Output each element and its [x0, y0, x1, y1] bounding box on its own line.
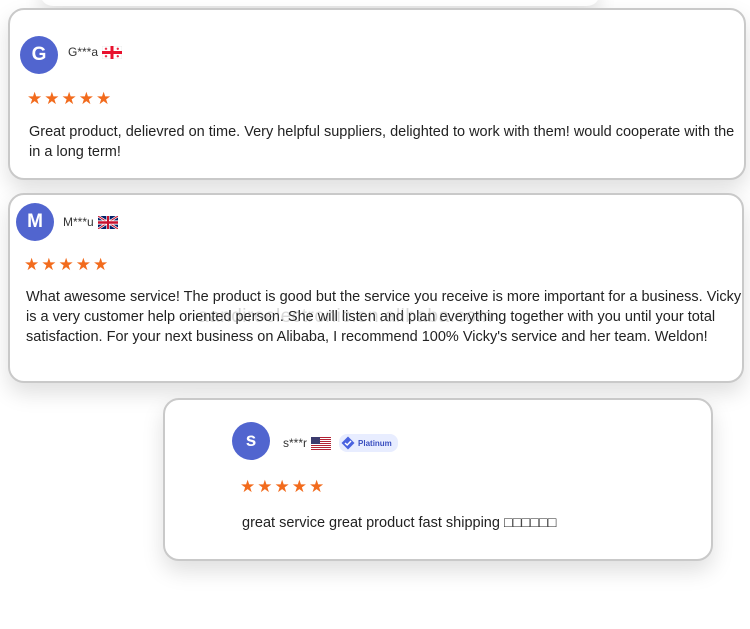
platinum-badge: Platinum [339, 434, 398, 452]
star-icon: ★ [93, 255, 109, 274]
avatar: s [232, 422, 270, 460]
reviewer-name: s***r Platinum [283, 434, 398, 452]
reviewer-name: G***a [68, 45, 123, 59]
review-text: great service great product fast shippin… [242, 515, 557, 531]
star-icon: ★ [96, 89, 112, 108]
star-icon: ★ [240, 477, 256, 496]
star-icon: ★ [274, 477, 290, 496]
star-icon: ★ [291, 477, 307, 496]
avatar: G [20, 36, 58, 74]
star-rating: ★ ★ ★ ★ ★ [27, 90, 111, 107]
reviewer-name-text: s***r [283, 436, 308, 450]
review-card: s s***r Platinum ★ ★ ★ ★ ★ great service [163, 398, 713, 561]
uk-flag-icon [97, 215, 118, 229]
star-rating: ★ ★ ★ ★ ★ [24, 256, 108, 273]
badge-label: Platinum [358, 438, 392, 448]
star-icon: ★ [27, 89, 43, 108]
avatar: M [16, 203, 54, 241]
reviewer-name-text: M***u [63, 215, 94, 229]
star-icon: ★ [78, 89, 94, 108]
georgia-flag-icon [102, 45, 123, 59]
review-card: G G***a ★ ★ ★ ★ ★ Great product, delievr… [8, 8, 746, 180]
watermark: aandiroelectronic.en.alibaba.com [198, 306, 493, 327]
star-icon: ★ [44, 89, 60, 108]
verified-diamond-icon [341, 436, 355, 450]
star-icon: ★ [41, 255, 57, 274]
usa-flag-icon [311, 436, 332, 450]
previous-card-edge [40, 0, 600, 6]
reviewer-name-text: G***a [68, 45, 99, 59]
star-icon: ★ [58, 255, 74, 274]
star-icon: ★ [24, 255, 40, 274]
star-icon: ★ [75, 255, 91, 274]
review-text: Great product, delievred on time. Very h… [29, 124, 735, 160]
star-icon: ★ [61, 89, 77, 108]
star-icon: ★ [309, 477, 325, 496]
review-card: M M***u ★ ★ ★ ★ ★ What awesome service! … [8, 193, 744, 383]
reviewer-name: M***u [63, 215, 118, 229]
star-rating: ★ ★ ★ ★ ★ [240, 478, 324, 495]
star-icon: ★ [257, 477, 273, 496]
